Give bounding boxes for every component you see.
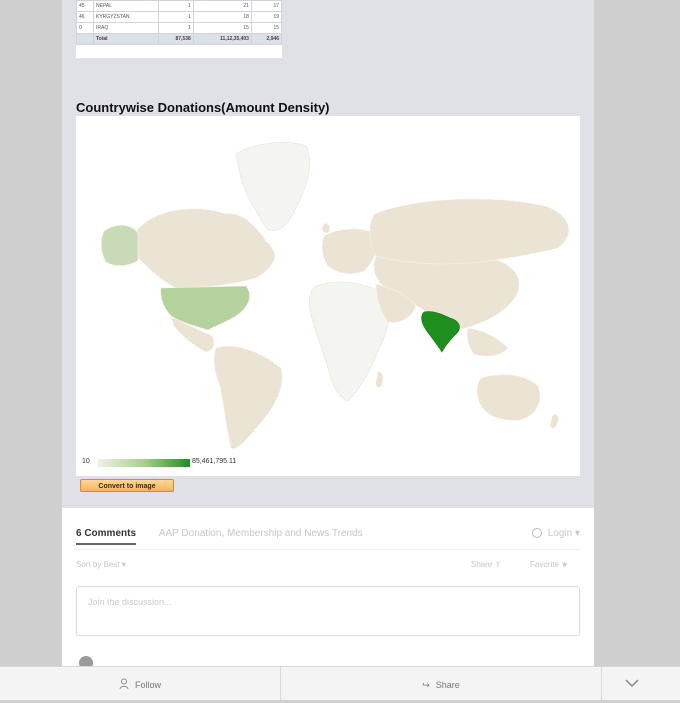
section-title: Countrywise Donations(Amount Density) <box>76 100 330 115</box>
table-total-row: Total 87,538 11,12,35,403 2,946 <box>76 33 283 45</box>
share-icon: ⇪ <box>492 560 502 569</box>
uk-region[interactable] <box>321 223 330 234</box>
discussion-input[interactable] <box>86 596 390 608</box>
discussion-box <box>76 586 580 636</box>
share-label: Share <box>471 560 493 569</box>
amount-cell: 18 <box>192 11 252 23</box>
follow-button[interactable]: Follow <box>0 667 281 700</box>
total-amount: 11,12,35,403 <box>192 33 252 45</box>
legend-gradient-bar <box>98 459 190 467</box>
comments-share-button[interactable]: Share ⇪ <box>471 560 501 569</box>
amount-cell: 21 <box>192 0 252 12</box>
share-button[interactable]: ↪ Share <box>281 667 602 700</box>
madagascar-region[interactable] <box>375 371 384 388</box>
share-label: Share <box>435 680 460 690</box>
count-cell: 1 <box>158 22 194 34</box>
login-menu[interactable]: Login ▾ <box>531 528 580 539</box>
greenland-region[interactable] <box>235 141 310 232</box>
table-row: 0 IRAQ 1 15 15 <box>76 22 283 34</box>
world-map-panel: 10 85,461,795.11 <box>76 116 580 476</box>
europe-region[interactable] <box>321 228 378 275</box>
rank-cell: 46 <box>76 11 94 23</box>
share-arrow-icon: ↪ <box>422 680 430 690</box>
count-cell: 1 <box>158 11 194 23</box>
donation-table: 45 NEPAL 1 21 17 46 KYRGYZSTAN 1 18 19 0… <box>76 0 283 58</box>
table-row: 45 NEPAL 1 21 17 <box>76 0 283 12</box>
site-name-tab[interactable]: AAP Donation, Membership and News Trends <box>159 528 363 539</box>
donors-cell: 17 <box>250 0 283 12</box>
amount-cell: 15 <box>192 22 252 34</box>
country-cell: NEPAL <box>93 0 159 12</box>
chevron-down-icon: ▾ <box>572 528 580 539</box>
comments-count-tab[interactable]: 6 Comments <box>76 528 137 545</box>
comments-tabs: 6 Comments AAP Donation, Membership and … <box>76 528 363 545</box>
south-america-region[interactable] <box>213 345 283 449</box>
sort-label: Sort by Best <box>76 560 120 569</box>
new-zealand-region[interactable] <box>549 414 559 429</box>
login-icon <box>531 528 542 538</box>
count-cell: 1 <box>158 0 194 12</box>
person-icon <box>119 678 129 690</box>
rank-cell: 0 <box>76 22 94 34</box>
table-row: 46 KYRGYZSTAN 1 18 19 <box>76 11 283 23</box>
sort-dropdown[interactable]: Sort by Best ▾ <box>76 560 126 569</box>
follow-label: Follow <box>134 680 161 690</box>
legend-max-value: 85,461,795.11 <box>192 458 237 465</box>
country-cell: IRAQ <box>93 22 159 34</box>
legend-min-value: 10 <box>82 458 90 465</box>
tab-divider <box>76 549 580 550</box>
russia-region[interactable] <box>369 198 569 267</box>
bottom-action-bar: Follow ↪ Share <box>0 666 680 700</box>
donors-cell: 19 <box>250 11 283 23</box>
country-cell: KYRGYZSTAN <box>93 11 159 23</box>
chevron-down-icon[interactable] <box>620 676 644 690</box>
favorite-button[interactable]: Favorite ★ <box>530 560 568 569</box>
favorite-label: Favorite <box>530 560 559 569</box>
alaska-region[interactable] <box>100 225 139 266</box>
world-map[interactable] <box>76 116 580 456</box>
rank-cell: 45 <box>76 0 94 12</box>
southeast-asia-region[interactable] <box>466 327 509 357</box>
total-count: 87,538 <box>158 33 194 45</box>
star-icon: ★ <box>558 560 569 569</box>
australia-region[interactable] <box>476 374 541 421</box>
chevron-down-icon: ▾ <box>119 560 126 569</box>
rank-cell <box>76 33 94 45</box>
total-label: Total <box>93 33 159 45</box>
login-label: Login <box>547 528 573 539</box>
donors-cell: 15 <box>250 22 283 34</box>
total-donors: 2,946 <box>250 33 283 45</box>
convert-to-image-button[interactable]: Convert to image <box>80 479 174 492</box>
canada-region[interactable] <box>135 208 275 289</box>
